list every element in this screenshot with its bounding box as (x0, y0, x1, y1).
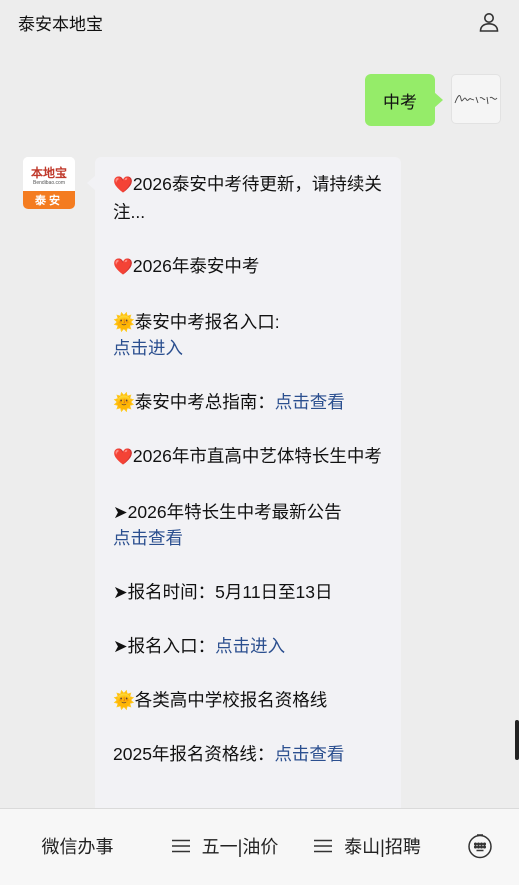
notice-view-link[interactable]: 点击查看 (113, 528, 183, 548)
bot-avatar[interactable]: 本地宝 Bendibao.com 泰安 (23, 157, 75, 209)
sun-icon: 🌞 (113, 690, 135, 710)
signup-link[interactable]: 点击进入 (215, 636, 285, 656)
bot-message-row: 本地宝 Bendibao.com 泰安 ❤️2026泰安中考待更新，请持续关注.… (23, 157, 401, 808)
reply-line: 🌞各类高中学校报名资格线 (113, 690, 328, 710)
bottom-menu-bar: 微信办事 五一|油价 泰山|招聘 (0, 808, 519, 885)
scroll-indicator[interactable] (515, 720, 519, 760)
keyboard-icon (467, 834, 492, 859)
submenu-icon (314, 839, 333, 853)
avatar-city-label: 泰安 (23, 191, 75, 209)
keyboard-toggle-button[interactable] (440, 833, 519, 859)
reply-line: 🌞泰安中考总指南：点击查看 (113, 392, 345, 412)
reply-line: 🌞泰安中考报名入口: 点击进入 (113, 312, 280, 358)
self-message-row: 中考 (365, 74, 501, 126)
menu-taishan-jobs[interactable]: 泰山|招聘 (295, 809, 440, 883)
heart-icon: ❤️ (113, 177, 133, 194)
account-title: 泰安本地宝 (18, 14, 103, 34)
submenu-icon (171, 839, 190, 853)
bot-message-bubble[interactable]: ❤️2026泰安中考待更新，请持续关注... ❤️2026年泰安中考 🌞泰安中考… (87, 157, 401, 808)
sun-icon: 🌞 (113, 312, 135, 332)
reply-line: ➤报名时间：5月11日至13日 (113, 582, 333, 602)
user-icon[interactable] (477, 10, 501, 34)
sun-icon: 🌞 (113, 392, 135, 412)
avatar-logo-text: 本地宝 (30, 165, 67, 180)
chat-area[interactable]: 中考 本地宝 Bendibao.com 泰安 ❤️2026泰安中考待更新，请持续… (0, 44, 519, 808)
reply-line: ➤报名入口：点击进入 (113, 636, 286, 656)
reply-line: ❤️2026年市直高中艺体特长生中考 (113, 446, 382, 466)
heart-icon: ❤️ (113, 259, 133, 276)
guide-view-link[interactable]: 点击查看 (275, 392, 345, 412)
reply-line: 2025年报名资格线：点击查看 (113, 744, 345, 764)
avatar-logo-sub: Bendibao.com (33, 179, 65, 186)
signup-entry-link[interactable]: 点击进入 (113, 338, 183, 358)
menu-labor-day-oil-price[interactable]: 五一|油价 (155, 809, 295, 883)
qualification-view-link[interactable]: 点击查看 (274, 744, 344, 764)
self-message-text: 中考 (383, 92, 417, 112)
top-bar: 泰安本地宝 (0, 0, 519, 44)
reply-line: ❤️2026年泰安中考 (113, 256, 260, 276)
self-message-bubble[interactable]: 中考 (365, 74, 443, 126)
reply-line: ❤️2026泰安中考待更新，请持续关注... (113, 174, 382, 222)
menu-wechat-services[interactable]: 微信办事 (0, 809, 155, 883)
signature-icon (454, 95, 498, 105)
reply-line: ➤2026年特长生中考最新公告 点击查看 (113, 502, 342, 548)
heart-icon: ❤️ (113, 449, 133, 466)
self-avatar[interactable] (451, 74, 501, 124)
